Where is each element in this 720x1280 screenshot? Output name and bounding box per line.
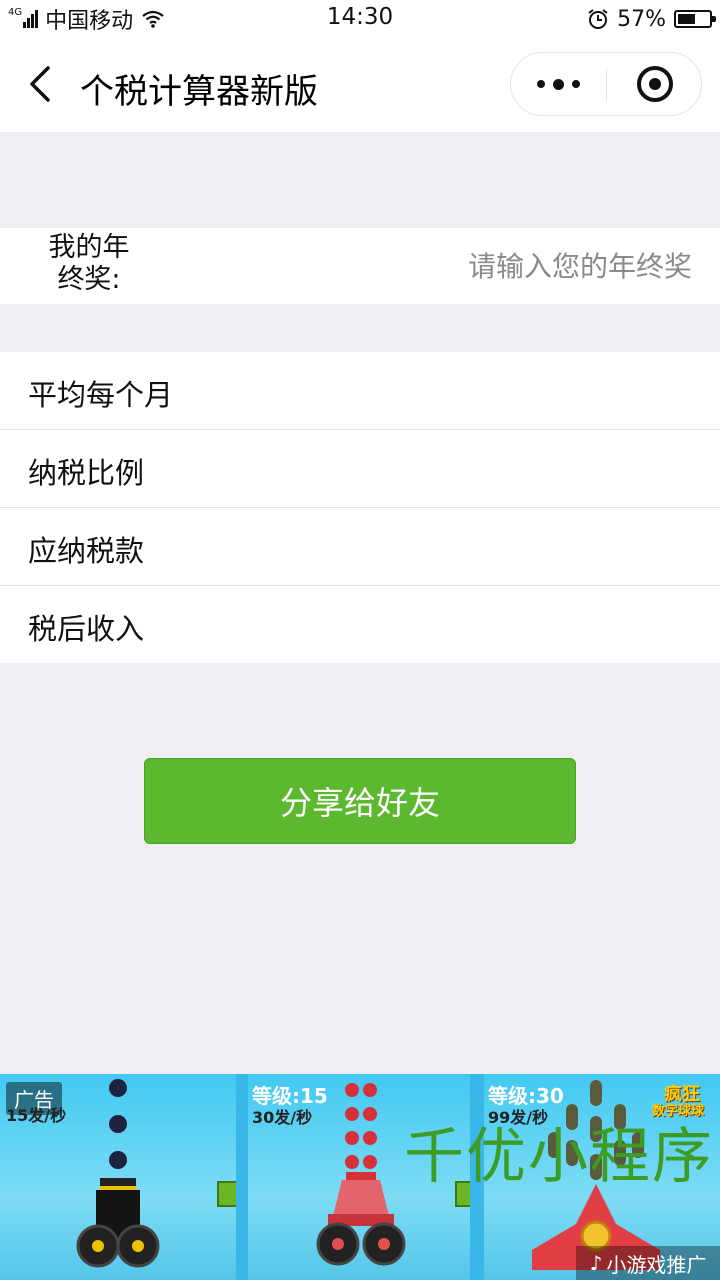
- back-button[interactable]: [20, 60, 60, 108]
- status-bar: 4G 中国移动 14:30 57%: [0, 0, 720, 38]
- ad-panel: 广告 15发/秒: [0, 1074, 236, 1280]
- watermark: 千优小程序: [404, 1108, 714, 1195]
- target-icon: [636, 66, 673, 102]
- bonus-label-line1: 我的年: [48, 232, 130, 263]
- result-label: 平均每个月: [28, 378, 174, 412]
- result-label: 税后收入: [28, 612, 145, 646]
- bonus-label: 我的年 终奖:: [34, 232, 144, 296]
- more-dots-icon: [533, 78, 584, 90]
- mini-game-promo-badge[interactable]: ♪ 小游戏推广: [576, 1246, 720, 1280]
- nav-bar: 个税计算器新版: [0, 38, 720, 132]
- battery-icon: [674, 10, 716, 28]
- result-row-tax-rate: 纳税比例: [0, 430, 720, 508]
- battery-fill: [678, 14, 695, 24]
- ad-footer-text: 小游戏推广: [606, 1252, 707, 1277]
- share-button[interactable]: 分享给好友: [144, 758, 576, 844]
- result-label: 纳税比例: [28, 456, 145, 490]
- bonus-input-row: 我的年 终奖:: [0, 228, 720, 304]
- close-button[interactable]: [607, 53, 702, 115]
- watermark-text: 千优小程序: [404, 1122, 714, 1192]
- capsule-menu: [510, 52, 702, 116]
- alarm-icon: [588, 9, 608, 29]
- result-row-after-tax: 税后收入: [0, 586, 720, 663]
- chevron-left-icon: [30, 66, 50, 102]
- battery-percent: 57%: [617, 6, 666, 32]
- result-row-monthly: 平均每个月: [0, 352, 720, 430]
- page-title: 个税计算器新版: [80, 72, 318, 112]
- ad-rate: 30发/秒: [252, 1108, 313, 1127]
- music-note-icon: ♪: [589, 1251, 603, 1275]
- result-list: 平均每个月 纳税比例 应纳税款 税后收入: [0, 352, 720, 663]
- result-row-tax-payable: 应纳税款: [0, 508, 720, 586]
- status-right: 57%: [587, 6, 716, 32]
- bonus-label-line2: 终奖:: [57, 264, 121, 295]
- ad-rate: 15发/秒: [6, 1106, 67, 1125]
- result-label: 应纳税款: [28, 534, 145, 568]
- more-button[interactable]: [511, 53, 606, 115]
- bonus-input[interactable]: [300, 244, 692, 288]
